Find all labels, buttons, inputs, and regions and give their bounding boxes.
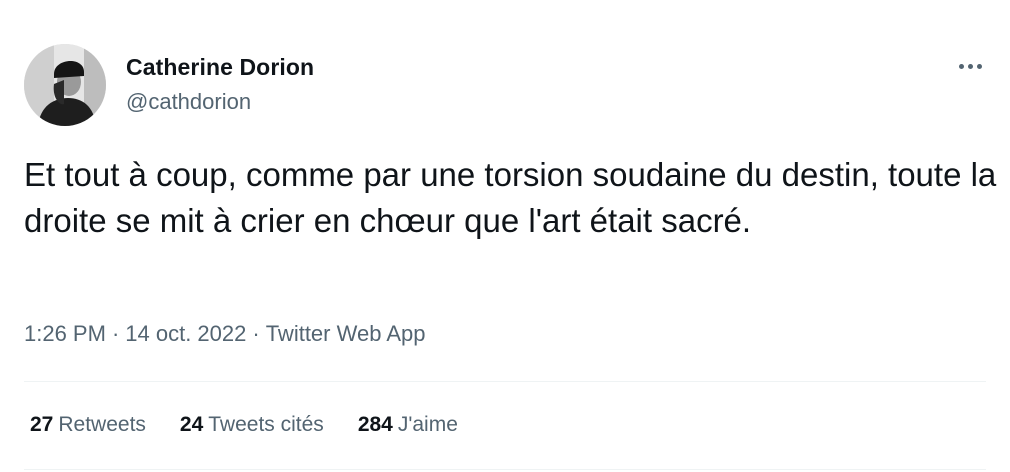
dot [967,63,973,69]
divider [24,469,986,470]
author-handle[interactable]: @cathdorion [126,89,251,115]
tweet-date-link[interactable]: 14 oct. 2022 [125,321,246,346]
retweets-stat[interactable]: 27 Retweets [30,413,146,437]
likes-stat[interactable]: 284 J'aime [358,413,458,437]
likes-count: 284 [357,413,393,436]
avatar[interactable] [24,44,106,126]
retweets-label: Retweets [58,413,146,436]
more-dots-icon[interactable] [948,52,992,80]
likes-label: J'aime [397,413,458,436]
quote-tweets-stat[interactable]: 24 Tweets cités [180,413,324,437]
dot [976,63,982,69]
author-display-name[interactable]: Catherine Dorion [126,54,314,81]
tweet-time-link[interactable]: 1:26 PM [24,321,106,346]
tweet-source-link[interactable]: Twitter Web App [266,321,426,346]
meta-separator: · [111,321,120,346]
quote-tweets-label: Tweets cités [208,413,324,436]
avatar-photo [24,44,106,126]
tweet-text: Et tout à coup, comme par une torsion so… [24,156,997,239]
retweets-count: 27 [30,413,54,436]
meta-separator: · [252,321,260,346]
tweet-metadata: 1:26 PM · 14 oct. 2022 · Twitter Web App [24,321,425,347]
engagement-stats: 27 Retweets 24 Tweets cités 284 J'aime [30,413,492,437]
divider [24,381,986,382]
quote-tweets-count: 24 [179,413,204,436]
dot [958,63,964,69]
